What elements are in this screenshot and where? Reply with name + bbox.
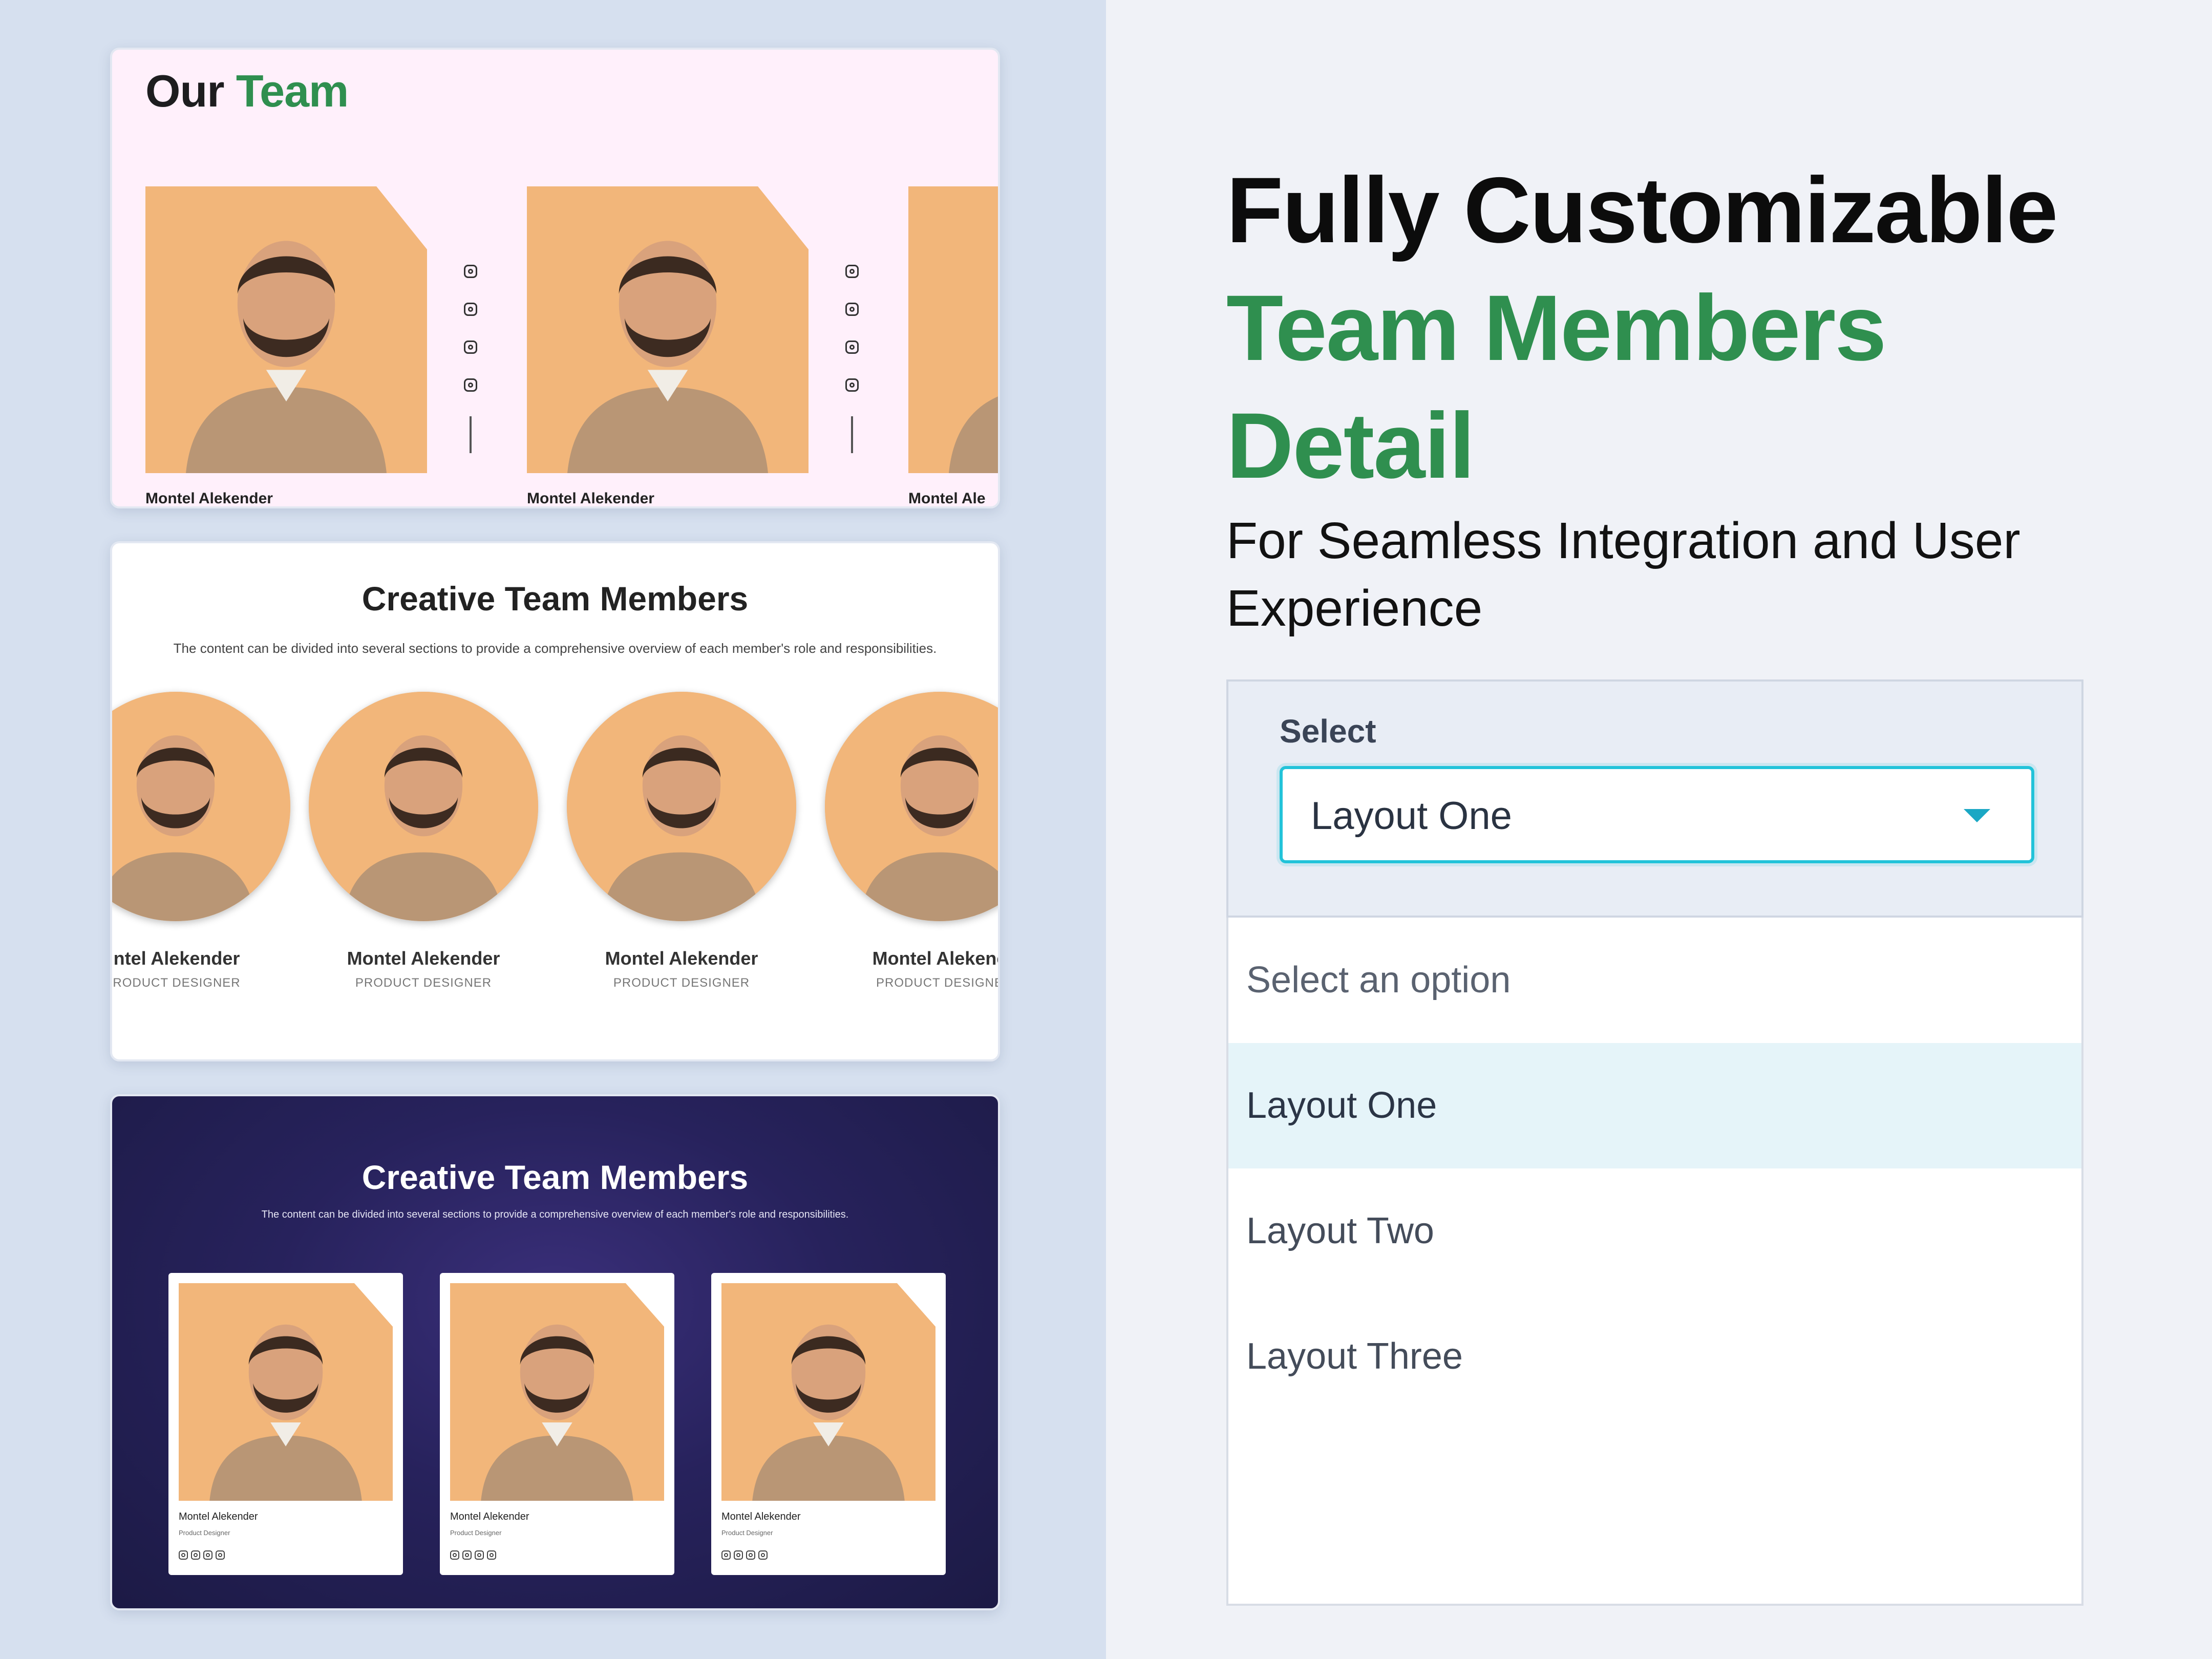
- chevron-down-icon[interactable]: [1964, 809, 1990, 822]
- layout-preview-three: Creative Team Members The content can be…: [110, 1094, 1000, 1610]
- member-name: Montel Alekender: [145, 490, 273, 507]
- card3-title: Creative Team Members: [361, 1158, 749, 1196]
- instagram-icon[interactable]: [758, 1550, 768, 1560]
- member-card: Montel Alekender Product Designer: [711, 1273, 946, 1575]
- option-layout-two[interactable]: Layout Two: [1228, 1168, 2081, 1294]
- member-card: Montel Alekender Product Designer: [168, 1273, 403, 1575]
- option-layout-one[interactable]: Layout One: [1228, 1043, 2081, 1168]
- instagram-icon[interactable]: [203, 1550, 212, 1560]
- option-placeholder[interactable]: Select an option: [1228, 918, 2081, 1043]
- member-photo: [145, 186, 427, 473]
- select-value: Layout One: [1311, 794, 1512, 838]
- card1-title-accent: Team: [236, 66, 349, 116]
- layout-preview-two: Creative Team Members The content can be…: [110, 541, 1000, 1061]
- member-role: Product Designer: [450, 1529, 502, 1537]
- member-role: Product Designer: [721, 1529, 773, 1537]
- card3-description: The content can be divided into several …: [261, 1209, 849, 1220]
- select-dropdown-list: Select an option Layout One Layout Two L…: [1226, 918, 2083, 1606]
- headline-line-3: Detail: [1226, 393, 1475, 498]
- social-icons: [721, 1550, 768, 1560]
- select-label: Select: [1280, 713, 1376, 750]
- instagram-icon[interactable]: [464, 303, 477, 316]
- instagram-icon[interactable]: [845, 265, 859, 278]
- instagram-icon[interactable]: [487, 1550, 496, 1560]
- divider-line: [470, 416, 472, 453]
- member-role: PRODUCT DESIGNER: [355, 976, 492, 990]
- subtitle: For Seamless Integration and User Experi…: [1226, 512, 2020, 637]
- instagram-icon[interactable]: [216, 1550, 225, 1560]
- instagram-icon[interactable]: [746, 1550, 755, 1560]
- member-photo: [825, 692, 998, 921]
- member-photo: [567, 692, 796, 921]
- instagram-icon[interactable]: [191, 1550, 200, 1560]
- social-icons: [179, 1550, 225, 1560]
- instagram-icon[interactable]: [462, 1550, 472, 1560]
- instagram-icon[interactable]: [450, 1550, 459, 1560]
- member-photo: [179, 1283, 393, 1501]
- member-card: Montel Alekender Product Designer: [440, 1273, 674, 1575]
- card1-title: Our Team: [145, 65, 349, 117]
- member-name: Montel Ale: [908, 490, 986, 507]
- member-role: Product Designer: [179, 1529, 230, 1537]
- instagram-icon[interactable]: [475, 1550, 484, 1560]
- instagram-icon[interactable]: [464, 265, 477, 278]
- member-photo: [112, 692, 290, 921]
- instagram-icon[interactable]: [464, 378, 477, 392]
- instagram-icon[interactable]: [721, 1550, 731, 1560]
- member-name: Montel Alekender: [721, 1511, 801, 1522]
- member-photo: [908, 186, 998, 473]
- member-name: Montel Alekenc: [872, 948, 1000, 969]
- instagram-icon[interactable]: [845, 303, 859, 316]
- instagram-icon[interactable]: [179, 1550, 188, 1560]
- member-photo: [721, 1283, 935, 1501]
- social-icons: [450, 1550, 496, 1560]
- member-role: PRODUCT DESIGNER: [613, 976, 750, 990]
- member-role: RODUCT DESIGNER: [113, 976, 241, 990]
- option-layout-three[interactable]: Layout Three: [1228, 1294, 2081, 1419]
- card1-social-icons: [845, 265, 866, 453]
- layout-preview-one: Our Team Montel Alekender Montel Alekend…: [110, 48, 1000, 508]
- member-photo: [450, 1283, 664, 1501]
- card2-description: The content can be divided into several …: [173, 641, 937, 656]
- member-role: PRODUCT DESIGNE: [876, 976, 1000, 990]
- member-name: Montel Alekender: [347, 948, 500, 969]
- headline: Fully Customizable Team Members Detail: [1226, 151, 2058, 504]
- member-name: Montel Alekender: [527, 490, 654, 507]
- instagram-icon[interactable]: [845, 341, 859, 354]
- instagram-icon[interactable]: [734, 1550, 743, 1560]
- member-photo: [527, 186, 809, 473]
- member-name: Montel Alekender: [179, 1511, 258, 1522]
- instagram-icon[interactable]: [464, 341, 477, 354]
- member-photo: [309, 692, 538, 921]
- member-name: ntel Alekender: [113, 948, 240, 969]
- select-panel: Select Layout One: [1226, 679, 2083, 918]
- layout-select[interactable]: Layout One: [1280, 766, 2034, 863]
- member-name: Montel Alekender: [450, 1511, 529, 1522]
- card1-title-plain: Our: [145, 66, 224, 116]
- card1-social-icons: [464, 265, 484, 453]
- card2-title: Creative Team Members: [361, 580, 749, 618]
- headline-line-1: Fully Customizable: [1226, 158, 2058, 262]
- member-name: Montel Alekender: [605, 948, 758, 969]
- instagram-icon[interactable]: [845, 378, 859, 392]
- divider-line: [851, 416, 853, 453]
- headline-line-2: Team Members: [1226, 275, 1887, 380]
